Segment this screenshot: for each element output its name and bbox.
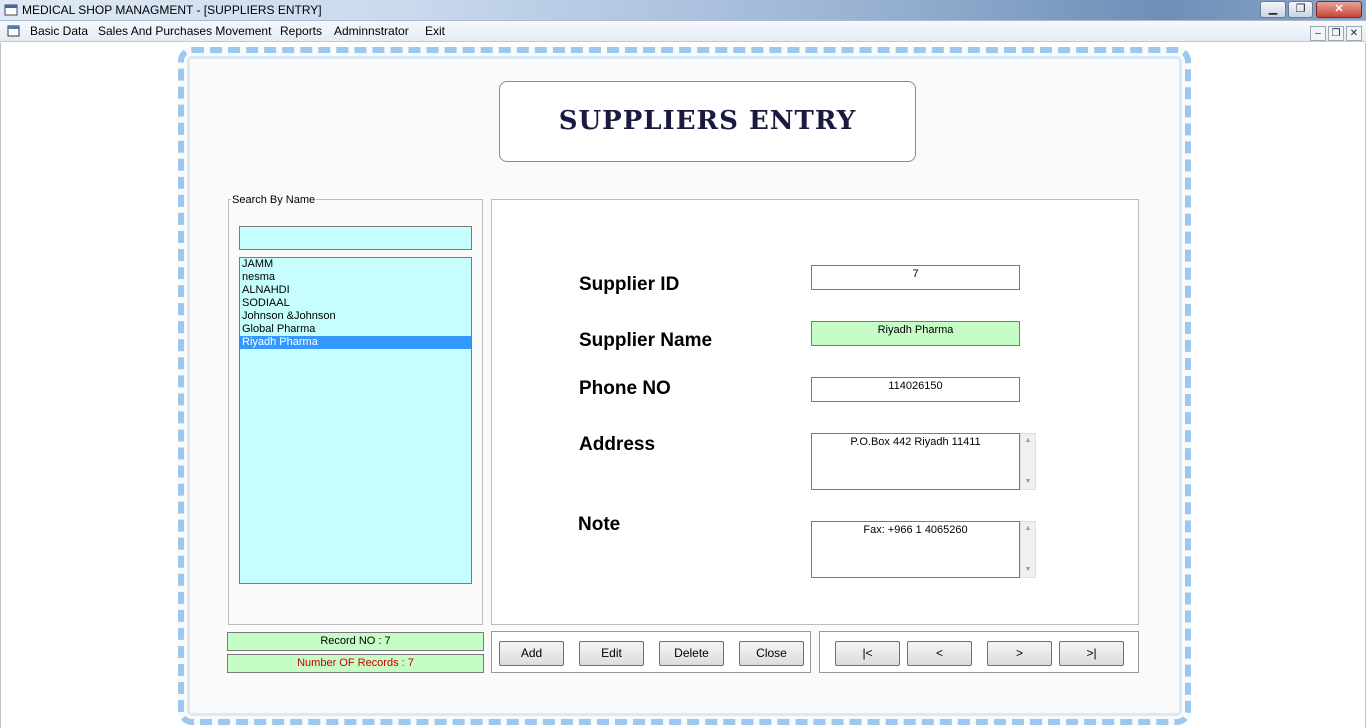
scroll-up-icon[interactable]: ▲: [1021, 523, 1035, 535]
close-icon: ✕: [1334, 3, 1344, 15]
search-input[interactable]: [239, 226, 472, 250]
address-scrollbar[interactable]: ▲ ▼: [1020, 433, 1036, 490]
list-item[interactable]: JAMM: [240, 258, 471, 271]
mdi-restore-button[interactable]: ❐: [1328, 26, 1344, 41]
supplier-name-field[interactable]: Riyadh Pharma: [811, 321, 1020, 346]
restore-icon: ❐: [1295, 3, 1306, 15]
next-record-button[interactable]: >: [987, 641, 1052, 666]
scroll-up-icon[interactable]: ▲: [1021, 435, 1035, 447]
window-title: MEDICAL SHOP MANAGMENT - [SUPPLIERS ENTR…: [22, 3, 322, 17]
search-group: Search By Name JAMM nesma ALNAHDI SODIAA…: [228, 194, 483, 625]
menu-exit[interactable]: Exit: [425, 24, 445, 38]
previous-record-button[interactable]: <: [907, 641, 972, 666]
close-window-button[interactable]: ✕: [1316, 1, 1362, 18]
mdi-minimize-button[interactable]: –: [1310, 26, 1326, 41]
list-item[interactable]: nesma: [240, 271, 471, 284]
list-item[interactable]: Global Pharma: [240, 323, 471, 336]
menu-administrator[interactable]: Adminnstrator: [334, 24, 409, 38]
note-scrollbar[interactable]: ▲ ▼: [1020, 521, 1036, 578]
last-record-button[interactable]: >|: [1059, 641, 1124, 666]
list-item-selected[interactable]: Riyadh Pharma: [240, 336, 471, 349]
supplier-name-label: Supplier Name: [579, 330, 713, 351]
first-record-button[interactable]: |<: [835, 641, 900, 666]
form-title: SUPPLIERS ENTRY: [558, 106, 857, 136]
address-label: Address: [579, 434, 656, 455]
address-field[interactable]: P.O.Box 442 Riyadh 11411: [811, 433, 1020, 490]
form-header: SUPPLIERS ENTRY: [499, 81, 916, 162]
note-field[interactable]: Fax: +966 1 4065260: [811, 521, 1020, 578]
list-item[interactable]: Johnson &Johnson: [240, 310, 471, 323]
menu-bar: Basic Data Sales And Purchases Movement …: [0, 21, 1366, 42]
mdi-close-button[interactable]: ✕: [1346, 26, 1362, 41]
search-legend: Search By Name: [231, 194, 317, 206]
window-titlebar: MEDICAL SHOP MANAGMENT - [SUPPLIERS ENTR…: [0, 0, 1366, 21]
add-button[interactable]: Add: [499, 641, 564, 666]
record-count-label: Number OF Records : 7: [227, 654, 484, 673]
maximize-button[interactable]: ❐: [1288, 1, 1313, 18]
minimize-button[interactable]: ▁: [1260, 1, 1286, 18]
scroll-down-icon[interactable]: ▼: [1021, 564, 1035, 576]
record-number-label: Record NO : 7: [227, 632, 484, 651]
close-button[interactable]: Close: [739, 641, 804, 666]
phone-field[interactable]: 114026150: [811, 377, 1020, 402]
supplier-list[interactable]: JAMM nesma ALNAHDI SODIAAL Johnson &John…: [239, 257, 472, 584]
mdi-controls: – ❐ ✕: [1308, 23, 1362, 41]
phone-label: Phone NO: [579, 378, 671, 399]
list-item[interactable]: SODIAAL: [240, 297, 471, 310]
supplier-id-field[interactable]: 7: [811, 265, 1020, 290]
app-window-icon: [4, 4, 18, 16]
menu-basic-data[interactable]: Basic Data: [30, 24, 88, 38]
scroll-down-icon[interactable]: ▼: [1021, 476, 1035, 488]
menu-sales-purchases[interactable]: Sales And Purchases Movement: [98, 24, 271, 38]
menu-reports[interactable]: Reports: [280, 24, 322, 38]
minimize-icon: ▁: [1268, 3, 1278, 15]
delete-button[interactable]: Delete: [659, 641, 724, 666]
list-item[interactable]: ALNAHDI: [240, 284, 471, 297]
edit-button[interactable]: Edit: [579, 641, 644, 666]
note-label: Note: [578, 514, 621, 535]
supplier-id-label: Supplier ID: [579, 274, 680, 295]
mdi-child-icon[interactable]: [7, 25, 21, 38]
